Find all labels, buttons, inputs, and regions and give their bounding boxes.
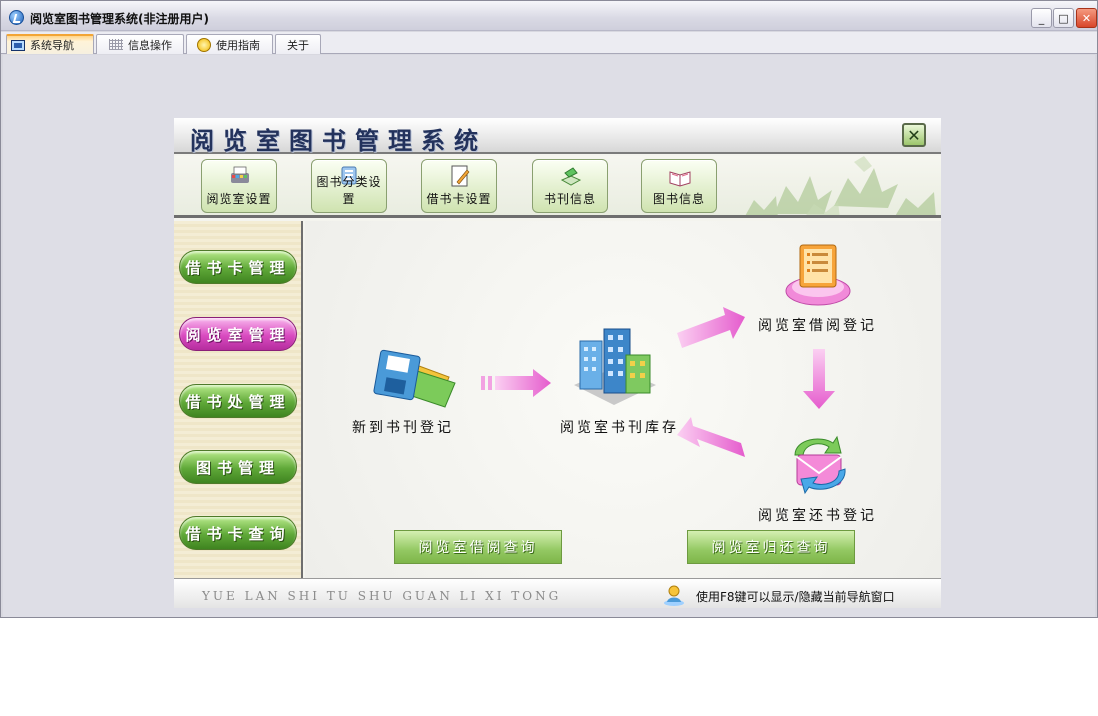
toolbar-label: 阅览室设置 (206, 192, 272, 206)
title-bar[interactable]: 阅览室图书管理系统(非注册用户) _ □ ✕ (1, 1, 1097, 31)
app-logo-icon (9, 10, 24, 25)
category-settings-button[interactable]: 图书分类设置 (311, 159, 387, 213)
nav-panel: 阅览室图书管理系统 ✕ 阅览室设置 图书分类设置 借书卡设置 书刊信息 图书信息… (174, 118, 941, 608)
panel-close-button[interactable]: ✕ (902, 123, 926, 147)
return-query-button[interactable]: 阅览室归还查询 (687, 530, 855, 564)
tab-about[interactable]: 关于 (275, 34, 321, 54)
journal-info-button[interactable]: 书刊信息 (532, 159, 608, 213)
footer-pinyin: YUE LAN SHI TU SHU GUAN LI XI TONG (202, 589, 562, 603)
tab-system-nav[interactable]: 系统导航 (6, 34, 94, 54)
user-tip-icon (664, 585, 684, 606)
flow-area: 新到书刊登记 阅览室书刊库存 阅览室借阅登记 阅览室还书登记 阅览室借阅查询 阅… (305, 221, 941, 578)
journal-icon (560, 167, 582, 186)
return-register-icon (794, 435, 846, 495)
card-settings-button[interactable]: 借书卡设置 (421, 159, 497, 213)
tab-bar: 系统导航 信息操作 使用指南 关于 (1, 32, 1097, 54)
tab-user-guide[interactable]: 使用指南 (186, 34, 273, 54)
window-title: 阅览室图书管理系统(非注册用户) (30, 12, 209, 26)
room-settings-button[interactable]: 阅览室设置 (201, 159, 277, 213)
panel-footer: YUE LAN SHI TU SHU GUAN LI XI TONG 使用F8键… (174, 578, 941, 608)
return-register-label[interactable]: 阅览室还书登记 (758, 505, 877, 525)
leaves-decoration-icon (745, 156, 936, 215)
borrow-register-icon (785, 244, 851, 306)
borrow-query-button[interactable]: 阅览室借阅查询 (394, 530, 562, 564)
arrow-return-to-stock-icon (677, 417, 745, 457)
panel-title: 阅览室图书管理系统 (190, 126, 487, 155)
help-icon (197, 37, 211, 52)
arrow-new-to-stock-icon (481, 369, 551, 397)
borrow-register-label[interactable]: 阅览室借阅登记 (758, 315, 877, 335)
tab-label: 信息操作 (128, 38, 172, 52)
printer-icon (231, 166, 249, 183)
toolbar-label: 图书分类设置 (316, 175, 382, 206)
panel-toolbar: 阅览室设置 图书分类设置 借书卡设置 书刊信息 图书信息 (174, 156, 941, 218)
toolbar-label: 借书卡设置 (426, 192, 492, 206)
new-register-label[interactable]: 新到书刊登记 (352, 417, 454, 437)
tab-label: 使用指南 (216, 38, 260, 52)
monitor-icon (11, 39, 25, 51)
toolbar-label: 图书信息 (652, 192, 705, 206)
card-query-button[interactable]: 借书卡查询 (179, 516, 297, 550)
panel-sidebar: 借书卡管理 阅览室管理 借书处管理 图书管理 借书卡查询 (174, 221, 303, 578)
grid-icon (109, 39, 123, 50)
card-management-button[interactable]: 借书卡管理 (179, 250, 297, 284)
tab-label: 关于 (287, 38, 309, 52)
toolbar-label: 书刊信息 (543, 192, 596, 206)
card-edit-icon (451, 165, 470, 187)
arrow-borrow-to-return-icon (803, 349, 835, 409)
open-book-icon (669, 171, 691, 187)
floppy-folder-icon (373, 349, 456, 408)
book-info-button[interactable]: 图书信息 (641, 159, 717, 213)
stock-label[interactable]: 阅览室书刊库存 (560, 417, 679, 437)
footer-hint: 使用F8键可以显示/隐藏当前导航窗口 (696, 590, 895, 604)
room-management-button[interactable]: 阅览室管理 (179, 317, 297, 351)
tab-label: 系统导航 (30, 39, 74, 52)
arrow-stock-to-borrow-icon (677, 307, 745, 348)
borrow-desk-management-button[interactable]: 借书处管理 (179, 384, 297, 418)
tab-info-ops[interactable]: 信息操作 (96, 34, 184, 54)
buildings-icon (574, 328, 656, 405)
maximize-button[interactable]: □ (1053, 8, 1074, 28)
minimize-button[interactable]: _ (1031, 8, 1052, 28)
close-button[interactable]: ✕ (1076, 8, 1097, 28)
panel-header: 阅览室图书管理系统 ✕ (174, 118, 941, 155)
book-management-button[interactable]: 图书管理 (179, 450, 297, 484)
